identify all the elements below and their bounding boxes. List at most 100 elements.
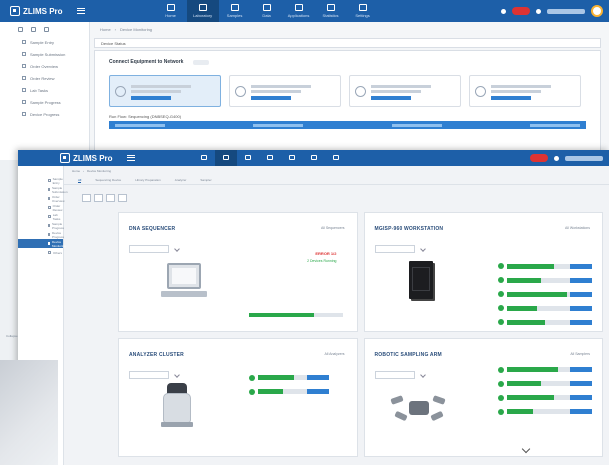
- nav-laboratory[interactable]: [214, 150, 237, 166]
- status-ok-icon: [498, 380, 504, 387]
- status-ok-icon: [498, 408, 504, 415]
- user-name[interactable]: [565, 155, 603, 161]
- breadcrumb-home[interactable]: Home: [72, 169, 80, 173]
- nav-applications[interactable]: Applications: [283, 0, 315, 22]
- panel-tab[interactable]: Device Status: [94, 38, 601, 48]
- alert-badge[interactable]: [512, 7, 530, 15]
- status-row[interactable]: [498, 365, 592, 375]
- card-sequencer: DNA SEQUENCER All Sequencers ERROR 1/2 2…: [118, 212, 358, 332]
- front-sidebar-item[interactable]: Others: [18, 248, 63, 257]
- progress-icon: [48, 224, 50, 227]
- device-select[interactable]: [129, 245, 169, 253]
- status-row[interactable]: [498, 303, 592, 313]
- card-filter[interactable]: All Samplers: [570, 352, 590, 356]
- nav-samples[interactable]: [237, 150, 259, 166]
- menu-toggle-icon[interactable]: [76, 8, 85, 14]
- back-sidebar-item[interactable]: Sample Submission: [0, 48, 89, 60]
- review-icon: [48, 206, 51, 209]
- status-row[interactable]: [498, 275, 592, 285]
- list-icon[interactable]: [31, 26, 36, 32]
- notification-icon[interactable]: [536, 8, 541, 14]
- front-logo[interactable]: ZLIMS Pro: [60, 153, 113, 163]
- data-icon: [266, 154, 273, 160]
- panel-filter[interactable]: [193, 59, 210, 65]
- nav-settings[interactable]: Settings: [347, 0, 379, 22]
- back-sidebar-item[interactable]: Sample Entry: [0, 36, 89, 48]
- notification-icon[interactable]: [554, 155, 559, 161]
- tab-sampler[interactable]: Sampler: [200, 178, 211, 182]
- card-sampler: ROBOTIC SAMPLING ARM All Samplers: [363, 337, 603, 457]
- view-toggle[interactable]: [82, 194, 91, 202]
- chevron-down-icon: [174, 246, 180, 252]
- nav-applications[interactable]: [281, 150, 303, 166]
- menu-toggle-icon[interactable]: [126, 155, 135, 161]
- device-select[interactable]: [374, 245, 415, 253]
- nav-statistics[interactable]: [303, 150, 325, 166]
- nav-home[interactable]: [193, 150, 215, 166]
- run-flow-bar[interactable]: [109, 121, 586, 129]
- device-select[interactable]: [129, 370, 169, 379]
- nav-statistics[interactable]: Statistics: [315, 0, 347, 22]
- breadcrumb-separator: ›: [83, 169, 85, 173]
- view-toggle[interactable]: [106, 194, 115, 202]
- help-icon[interactable]: [501, 8, 506, 14]
- front-sidebar-item[interactable]: Sample Progress: [18, 221, 64, 230]
- status-row[interactable]: [498, 317, 592, 327]
- front-sidebar-item[interactable]: Sample Submission: [18, 185, 68, 194]
- card-filter[interactable]: All Workstations: [565, 226, 590, 230]
- tab-library-prep[interactable]: Library Preparation: [135, 178, 161, 182]
- device-select[interactable]: [374, 370, 415, 379]
- back-sidebar-item[interactable]: Order Overview: [0, 60, 89, 72]
- status-row[interactable]: [249, 373, 329, 383]
- front-sidebar-item[interactable]: Lab Tasks: [18, 212, 63, 221]
- status-ok-icon: [498, 263, 504, 269]
- status-ok-icon: [498, 394, 504, 401]
- status-row[interactable]: [498, 289, 592, 299]
- breadcrumb-separator: ›: [114, 26, 117, 32]
- back-logo[interactable]: ZLIMS Pro: [10, 6, 63, 16]
- back-sidebar-item[interactable]: Device Progress: [0, 108, 89, 120]
- view-toggle[interactable]: [94, 194, 103, 202]
- status-row[interactable]: [498, 379, 592, 389]
- front-sidebar-item[interactable]: Order Review: [18, 203, 63, 212]
- front-sidebar-item[interactable]: Device Progress: [18, 230, 64, 239]
- status-row[interactable]: [249, 387, 329, 397]
- view-toggle[interactable]: [118, 194, 127, 202]
- tab-all[interactable]: All: [78, 178, 82, 183]
- collapse-label[interactable]: Collapse: [6, 334, 18, 338]
- back-sidebar-item[interactable]: Lab Tasks: [0, 84, 89, 96]
- back-logo-text: ZLIMS Pro: [23, 6, 63, 16]
- status-row[interactable]: [498, 261, 592, 271]
- nav-data[interactable]: Data: [251, 0, 283, 22]
- device-card[interactable]: [469, 75, 581, 107]
- nav-home[interactable]: Home: [155, 0, 187, 22]
- nav-settings[interactable]: [325, 150, 347, 166]
- card-filter[interactable]: All Sequencers: [321, 226, 345, 230]
- tab-analyzer[interactable]: Analyzer: [175, 178, 187, 182]
- front-sidebar-item[interactable]: Order Overview: [18, 194, 65, 203]
- front-sidebar-item[interactable]: Sample Entry: [18, 176, 63, 185]
- status-ok-icon: [249, 374, 255, 381]
- status-row[interactable]: [498, 393, 592, 403]
- grid-icon[interactable]: [18, 26, 23, 32]
- device-card[interactable]: [229, 75, 341, 107]
- nav-laboratory[interactable]: Laboratory: [186, 0, 219, 22]
- back-top-nav: Home Laboratory Samples Data Application…: [155, 0, 379, 22]
- alert-badge[interactable]: [530, 154, 548, 162]
- data-icon: [262, 4, 271, 11]
- nav-data[interactable]: [259, 150, 281, 166]
- back-sidebar-item[interactable]: Order Review: [0, 72, 89, 84]
- device-card[interactable]: [349, 75, 461, 107]
- user-name[interactable]: [547, 8, 585, 14]
- device-card[interactable]: [109, 75, 221, 107]
- back-sidebar-item[interactable]: Sample Progress: [0, 96, 89, 108]
- user-avatar[interactable]: [591, 5, 603, 17]
- tab-sequencing[interactable]: Sequencing Device: [95, 178, 121, 182]
- card-filter[interactable]: All Analyzers: [324, 352, 344, 356]
- status-row[interactable]: [498, 407, 592, 417]
- nav-samples[interactable]: Samples: [219, 0, 251, 22]
- pin-icon[interactable]: [44, 26, 49, 32]
- sidebar-item-device-monitoring[interactable]: Device Monitoring: [18, 239, 66, 248]
- breadcrumb-home[interactable]: Home: [100, 27, 111, 32]
- status-progress-bar: [507, 409, 592, 414]
